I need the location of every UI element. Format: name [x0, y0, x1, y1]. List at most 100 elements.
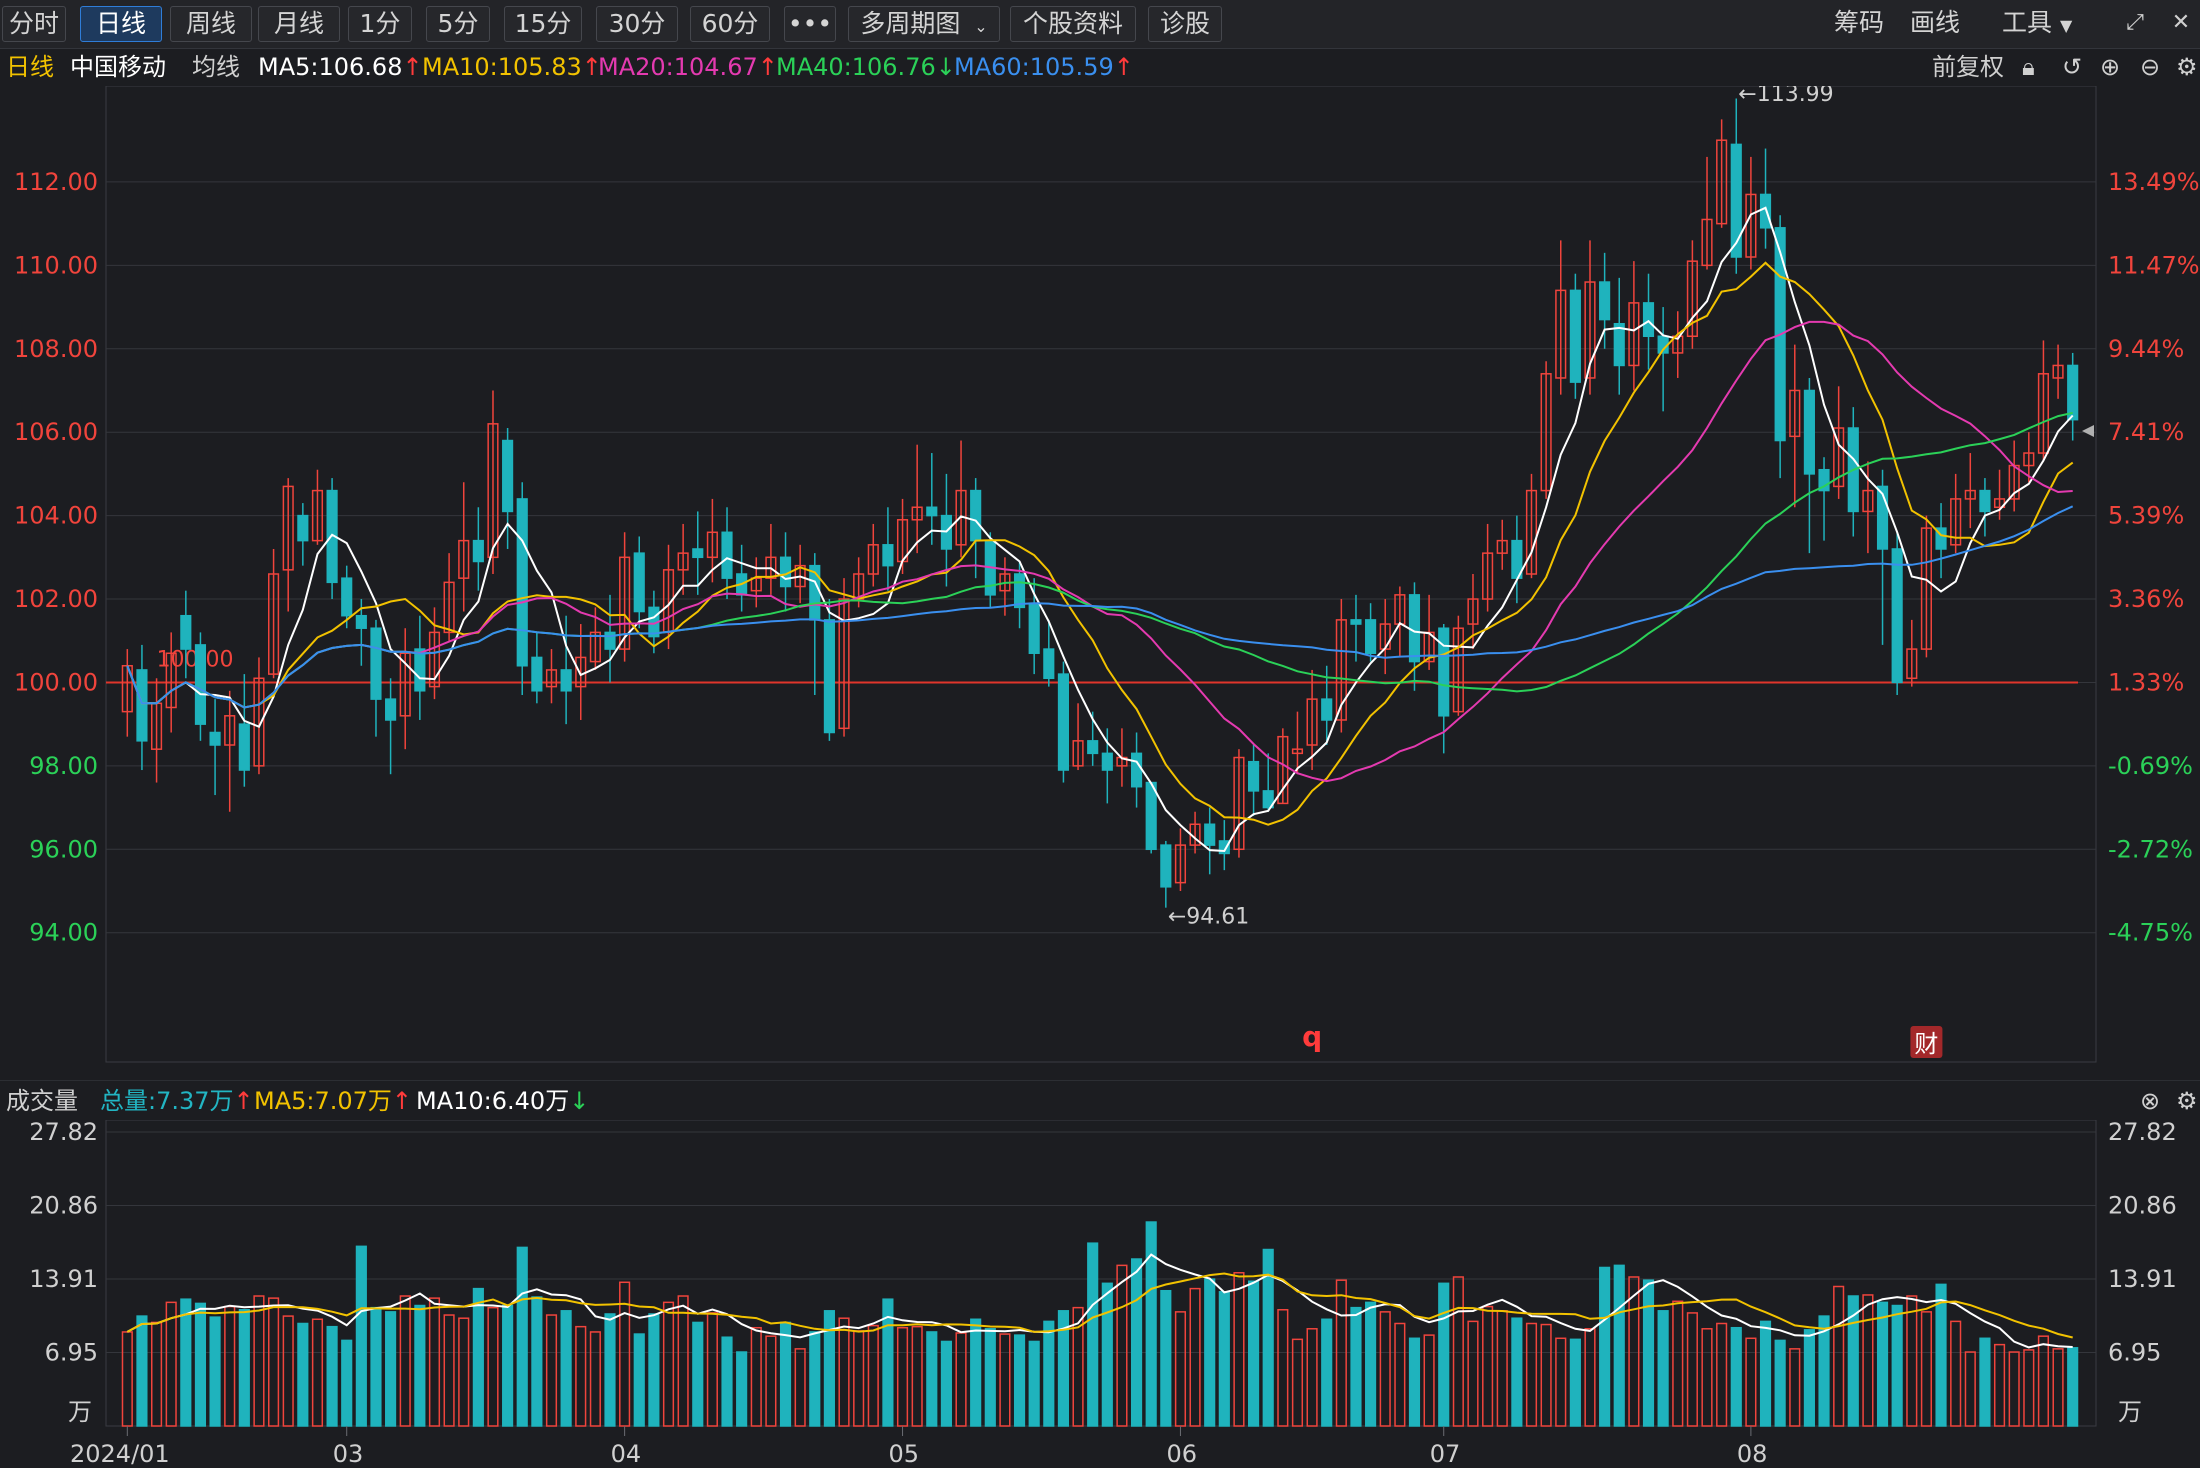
volume-bar-down: [180, 1298, 192, 1427]
volume-bar-down: [1935, 1283, 1947, 1427]
volume-bar-down: [984, 1328, 996, 1427]
adjust-mode[interactable]: 前复权: [1932, 48, 2004, 86]
undo-icon[interactable]: ↺: [2062, 48, 2082, 86]
stock-profile-button[interactable]: 个股资料: [1010, 6, 1136, 42]
volume-ma5: MA5:7.07万↑: [254, 1087, 413, 1115]
tab-1min[interactable]: 1分: [348, 6, 412, 42]
volume-frame: [105, 1120, 2097, 1427]
volume-ma10: MA10:6.40万↓: [416, 1087, 590, 1115]
chevron-down-icon: ⌄: [974, 17, 988, 36]
tools-dropdown[interactable]: 工具 ▼: [2002, 6, 2072, 40]
volume-bar-up: [2023, 1349, 2035, 1427]
candle-down: [1248, 760, 1260, 792]
volume-bar-up: [428, 1297, 441, 1427]
volume-close-icon[interactable]: ⊗: [2140, 1081, 2160, 1121]
arrow-up-icon: ↑: [391, 1087, 413, 1115]
tab-60min[interactable]: 60分: [690, 6, 770, 42]
fullscreen-icon[interactable]: ⤢: [2122, 10, 2148, 36]
percent-tick-label: 11.47%: [2108, 251, 2200, 279]
volume-bar-down: [385, 1311, 397, 1427]
zoom-out-icon[interactable]: ⊖: [2140, 48, 2160, 86]
x-tick-label: 08: [1737, 1440, 1768, 1468]
volume-bar-up: [911, 1325, 923, 1427]
volume-bar-down: [1350, 1306, 1362, 1427]
volume-bar-down: [136, 1315, 148, 1427]
volume-bar-down: [1043, 1320, 1055, 1427]
candle-down: [633, 552, 645, 613]
tab-30min[interactable]: 30分: [596, 6, 678, 42]
percent-tick-label: 1.33%: [2108, 668, 2184, 696]
volume-tick-label-right: 27.82: [2108, 1120, 2177, 1146]
x-tick-label: 06: [1166, 1440, 1197, 1468]
volume-chart[interactable]: 27.82 27.82 20.86 20.86 13.91 13.91 6.95 6.95 万 万…: [0, 1120, 2200, 1468]
volume-bar-down: [970, 1318, 982, 1427]
volume-bar-up: [1672, 1300, 1684, 1427]
volume-bar-down: [209, 1316, 221, 1427]
candle-down: [1101, 752, 1113, 771]
volume-bar-up: [458, 1317, 470, 1427]
volume-bar-down: [1028, 1340, 1040, 1427]
multi-period-label: 多周期图: [860, 9, 961, 38]
candle-down: [1365, 619, 1377, 654]
volume-tick-label: 20.86: [29, 1192, 98, 1220]
tab-weekly[interactable]: 周线: [170, 6, 252, 42]
volume-bar-up: [1716, 1322, 1728, 1427]
volume-bar-up: [1116, 1264, 1128, 1427]
candle-down: [1160, 844, 1172, 888]
percent-tick-label: 7.41%: [2108, 418, 2184, 446]
volume-bar-up: [268, 1297, 280, 1427]
volume-bar-down: [1130, 1258, 1143, 1427]
chips-button[interactable]: 筹码: [1834, 6, 1884, 40]
candle-down: [209, 731, 221, 746]
zoom-in-icon[interactable]: ⊕: [2100, 48, 2120, 86]
price-tick-label: 112.00: [14, 168, 98, 196]
gear-icon[interactable]: ⚙: [2176, 48, 2198, 86]
percent-tick-label: -0.69%: [2108, 752, 2193, 780]
tab-15min[interactable]: 15分: [504, 6, 582, 42]
volume-gear-icon[interactable]: ⚙: [2176, 1081, 2198, 1121]
tools-label: 工具: [2002, 8, 2053, 37]
volume-bar-down: [1438, 1282, 1450, 1427]
candle-down: [136, 669, 148, 742]
candle-down: [531, 656, 543, 692]
volume-bar-up: [838, 1317, 850, 1427]
volume-bar-up: [121, 1331, 133, 1427]
volume-bar-up: [399, 1295, 411, 1427]
percent-tick-label: 5.39%: [2108, 502, 2184, 530]
volume-bar-up: [224, 1305, 236, 1427]
volume-bar-up: [1394, 1322, 1406, 1427]
draw-line-button[interactable]: 画线: [1910, 6, 1960, 40]
volume-bar-up: [2052, 1348, 2064, 1427]
multi-period-dropdown[interactable]: 多周期图 ⌄: [848, 6, 1000, 42]
volume-bar-up: [765, 1335, 777, 1427]
diagnose-button[interactable]: 诊股: [1148, 6, 1222, 42]
volume-bar-down: [355, 1245, 367, 1427]
volume-bar-up: [1189, 1287, 1201, 1427]
tab-5min[interactable]: 5分: [426, 6, 490, 42]
volume-bar-down: [194, 1302, 207, 1427]
current-price-pointer: [2082, 425, 2094, 437]
candle-down: [970, 489, 982, 542]
price-tick-label: 106.00: [14, 418, 98, 446]
volume-tick-label-right: 13.91: [2108, 1265, 2177, 1293]
ma-label[interactable]: 均线: [192, 48, 240, 86]
close-icon[interactable]: ✕: [2168, 10, 2194, 36]
candle-down: [1408, 594, 1421, 663]
candle-down: [1350, 619, 1362, 625]
candle-down: [370, 627, 382, 700]
candle-down: [1613, 322, 1625, 367]
event-marker: q: [1302, 1020, 1322, 1053]
tab-intraday[interactable]: 分时: [2, 6, 66, 42]
lock-icon[interactable]: 🔒︎: [2022, 48, 2035, 86]
stock-name[interactable]: 中国移动: [70, 48, 166, 86]
tab-daily[interactable]: 日线: [80, 6, 162, 42]
volume-tick-label-right: 20.86: [2108, 1192, 2177, 1220]
volume-bar-down: [1365, 1301, 1377, 1427]
top-toolbar: 分时 日线 周线 月线 1分 5分 15分 30分 60分 ••• 多周期图 ⌄…: [0, 0, 2200, 49]
x-tick-label: 05: [889, 1440, 920, 1468]
more-periods-button[interactable]: •••: [784, 6, 836, 42]
tab-monthly[interactable]: 月线: [258, 6, 340, 42]
volume-bar-up: [1233, 1272, 1245, 1427]
volume-bar-down: [2067, 1347, 2079, 1427]
price-chart[interactable]: 112.00 13.49% 110.00 11.47% 108.00 9.44% 106.0…: [0, 86, 2200, 1080]
